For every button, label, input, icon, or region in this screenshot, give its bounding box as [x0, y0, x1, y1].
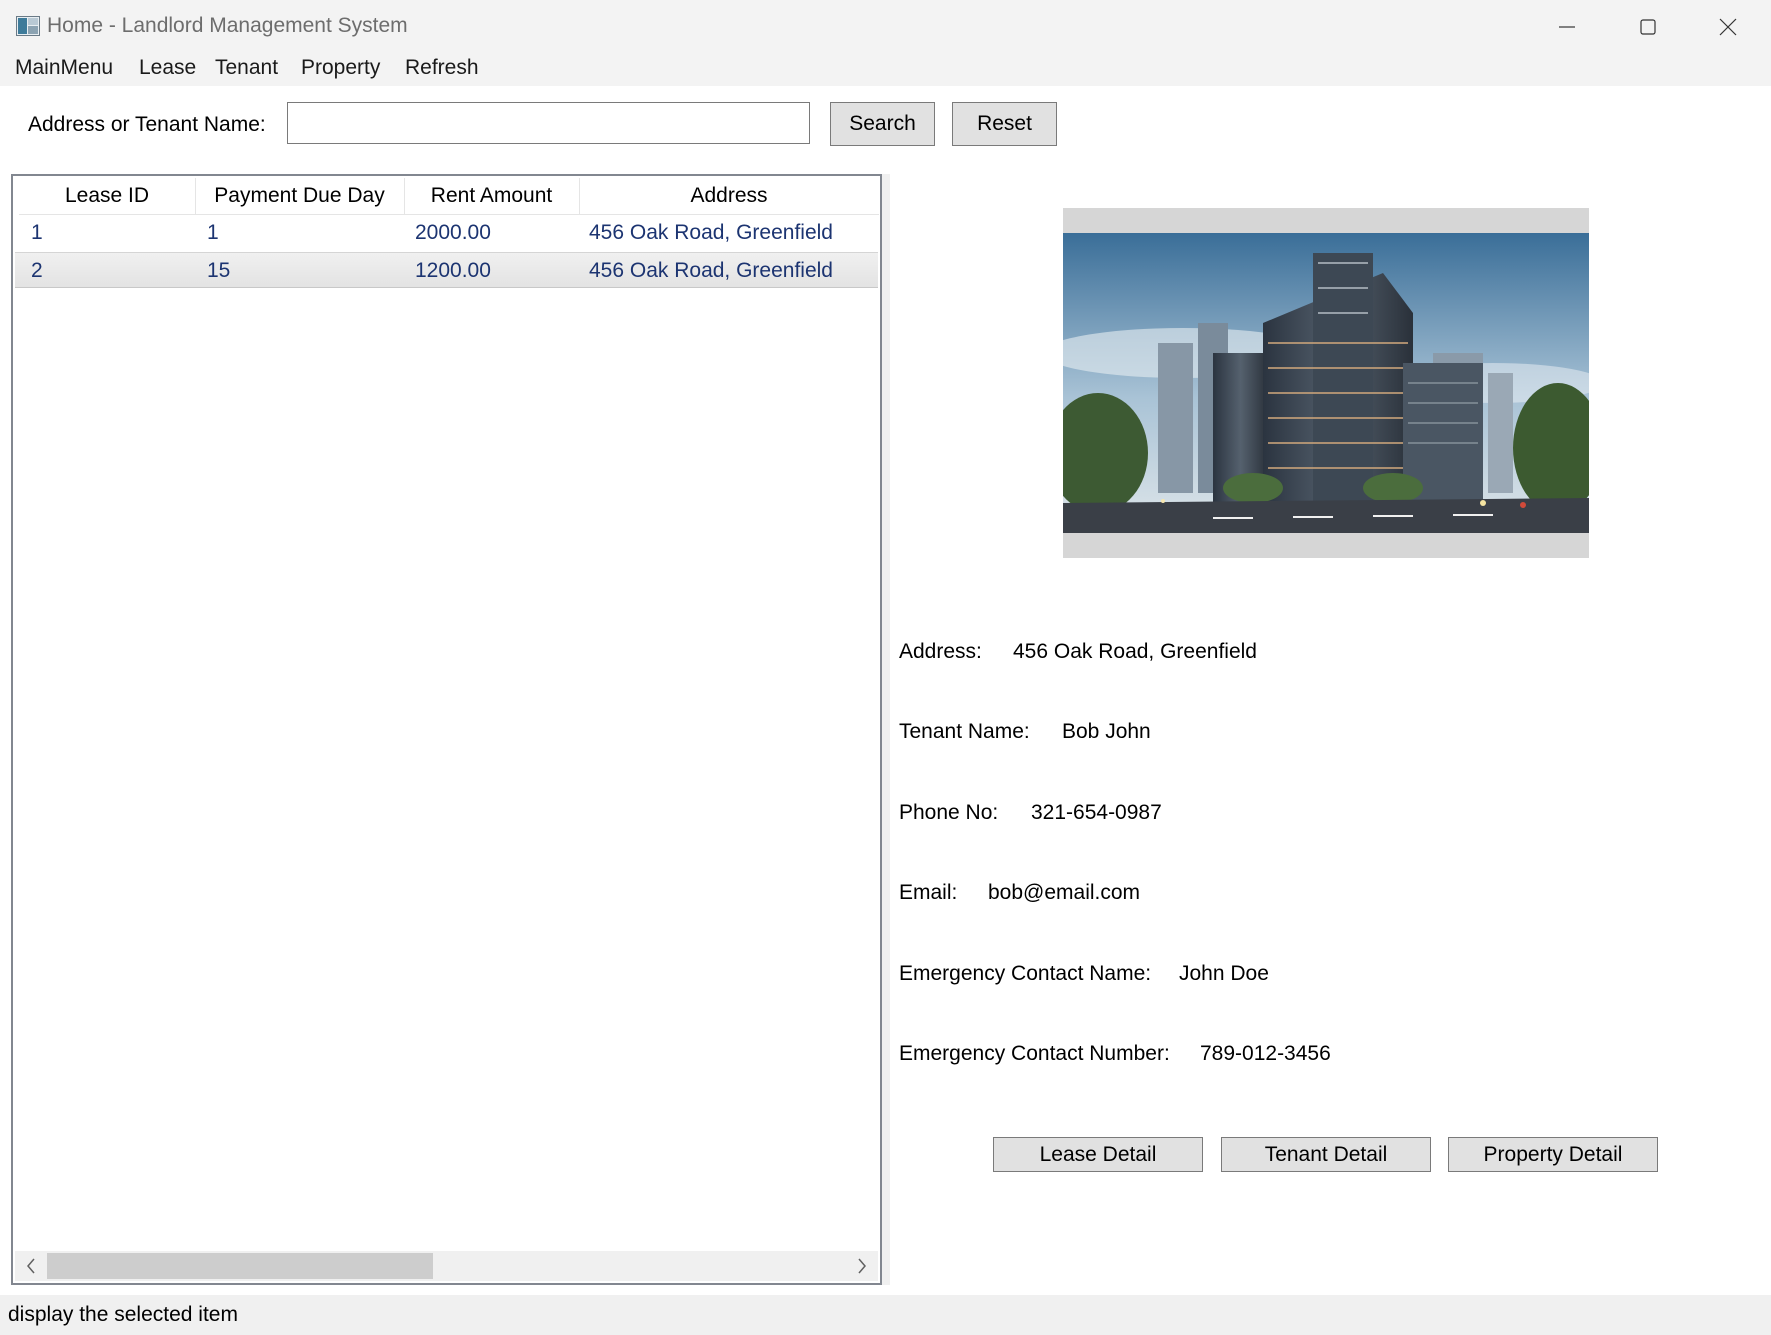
cell-lease-id: 2 — [31, 259, 43, 282]
property-detail-button[interactable]: Property Detail — [1448, 1137, 1658, 1172]
cell-address: 456 Oak Road, Greenfield — [589, 221, 833, 244]
property-image — [1063, 233, 1589, 533]
minimize-button[interactable] — [1527, 0, 1607, 52]
detail-tenant-name: Tenant Name: Bob John — [899, 720, 1151, 744]
close-icon — [1719, 18, 1737, 36]
emergency-name-label: Emergency Contact Name: — [899, 962, 1152, 985]
scroll-left-icon[interactable] — [25, 1256, 37, 1276]
maximize-button[interactable] — [1608, 0, 1688, 52]
column-header-address[interactable]: Address — [579, 178, 879, 214]
close-button[interactable] — [1688, 0, 1768, 52]
cell-lease-id: 1 — [31, 221, 43, 244]
tenant-name-value: Bob John — [1062, 720, 1151, 743]
window-title: Home - Landlord Management System — [47, 14, 408, 37]
address-label: Address: — [899, 640, 982, 663]
column-header-lease-id[interactable]: Lease ID — [19, 178, 196, 214]
detail-address: Address: 456 Oak Road, Greenfield — [899, 640, 1257, 664]
property-image-frame — [1063, 208, 1589, 558]
menu-property[interactable]: Property — [301, 56, 380, 80]
emergency-number-value: 789-012-3456 — [1200, 1042, 1331, 1065]
email-value: bob@email.com — [988, 881, 1141, 904]
menu-bar: MainMenu Lease Tenant Property Refresh — [0, 52, 1771, 86]
scroll-right-icon[interactable] — [856, 1256, 868, 1276]
building-illustration — [1063, 233, 1589, 533]
lease-detail-button[interactable]: Lease Detail — [993, 1137, 1203, 1172]
column-header-rent-amount[interactable]: Rent Amount — [404, 178, 580, 214]
menu-mainmenu[interactable]: MainMenu — [15, 56, 113, 80]
cell-rent: 1200.00 — [415, 259, 491, 282]
table-row[interactable]: 1 1 2000.00 456 Oak Road, Greenfield — [15, 215, 878, 251]
grid-header: Lease ID Payment Due Day Rent Amount Add… — [19, 178, 879, 215]
horizontal-scrollbar[interactable] — [15, 1251, 878, 1281]
cell-address: 456 Oak Road, Greenfield — [589, 259, 833, 282]
menu-lease[interactable]: Lease — [139, 56, 196, 80]
search-input[interactable] — [287, 102, 810, 144]
tenant-name-label: Tenant Name: — [899, 720, 1030, 743]
reset-button[interactable]: Reset — [952, 102, 1057, 146]
phone-label: Phone No: — [899, 801, 999, 824]
detail-email: Email: bob@email.com — [899, 881, 1140, 905]
detail-emergency-contact-name: Emergency Contact Name: John Doe — [899, 962, 1269, 986]
emergency-number-label: Emergency Contact Number: — [899, 1042, 1170, 1065]
cell-due-day: 1 — [207, 221, 219, 244]
splitter[interactable] — [882, 174, 890, 1285]
search-label: Address or Tenant Name: — [28, 113, 266, 136]
address-value: 456 Oak Road, Greenfield — [1013, 640, 1257, 663]
lease-grid[interactable]: Lease ID Payment Due Day Rent Amount Add… — [11, 174, 882, 1285]
email-label: Email: — [899, 881, 958, 904]
status-text: display the selected item — [8, 1303, 238, 1326]
emergency-name-value: John Doe — [1179, 962, 1269, 985]
scrollbar-thumb[interactable] — [47, 1253, 433, 1279]
column-header-payment-due-day[interactable]: Payment Due Day — [195, 178, 405, 214]
table-row-selected[interactable]: 2 15 1200.00 456 Oak Road, Greenfield — [15, 252, 878, 288]
detail-emergency-contact-number: Emergency Contact Number: 789-012-3456 — [899, 1042, 1331, 1066]
title-bar: Home - Landlord Management System — [0, 0, 1771, 52]
cell-due-day: 15 — [207, 259, 231, 282]
phone-value: 321-654-0987 — [1031, 801, 1162, 824]
menu-tenant[interactable]: Tenant — [215, 56, 278, 80]
search-button[interactable]: Search — [830, 102, 935, 146]
tenant-detail-button[interactable]: Tenant Detail — [1221, 1137, 1431, 1172]
maximize-icon — [1640, 19, 1656, 35]
menu-refresh[interactable]: Refresh — [405, 56, 479, 80]
minimize-icon — [1559, 26, 1575, 28]
status-bar: display the selected item — [0, 1295, 1771, 1335]
app-icon — [16, 16, 40, 36]
detail-phone: Phone No: 321-654-0987 — [899, 801, 1162, 825]
cell-rent: 2000.00 — [415, 221, 491, 244]
